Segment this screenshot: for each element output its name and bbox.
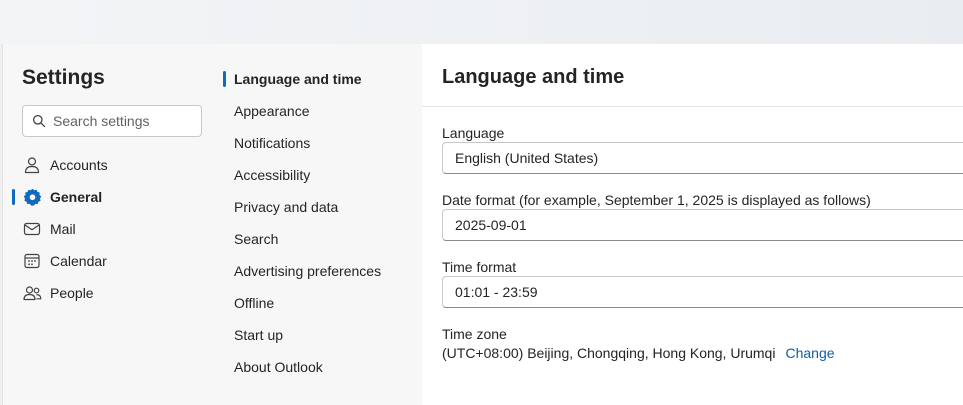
settings-dialog: Settings Accounts <box>2 44 963 405</box>
nav-item-accounts[interactable]: Accounts <box>3 149 221 181</box>
search-settings-box[interactable] <box>22 105 202 137</box>
app-top-bar <box>0 0 963 44</box>
mail-icon <box>22 219 42 239</box>
nav-item-general[interactable]: General <box>3 181 221 213</box>
nav-item-label: Mail <box>50 221 76 237</box>
language-label: Language <box>442 125 505 141</box>
subnav-item-privacy-and-data[interactable]: Privacy and data <box>221 191 422 223</box>
nav-item-label: Accounts <box>50 157 108 173</box>
language-and-time-panel: Language and time Language English (Unit… <box>422 44 963 405</box>
nav-item-mail[interactable]: Mail <box>3 213 221 245</box>
language-value: English (United States) <box>455 150 599 166</box>
panel-header: Language and time <box>422 44 963 107</box>
time-format-label: Time format <box>442 259 517 275</box>
time-format-dropdown[interactable]: 01:01 - 23:59 <box>442 276 963 308</box>
subnav-item-search[interactable]: Search <box>221 223 422 255</box>
search-icon <box>32 114 46 128</box>
time-zone-label: Time zone <box>442 326 507 342</box>
calendar-icon <box>22 251 42 271</box>
subnav-item-offline[interactable]: Offline <box>221 287 422 319</box>
nav-item-calendar[interactable]: Calendar <box>3 245 221 277</box>
page-title: Language and time <box>442 66 625 88</box>
gear-icon <box>22 187 42 207</box>
people-icon <box>22 283 42 303</box>
subnav-item-accessibility[interactable]: Accessibility <box>221 159 422 191</box>
settings-category-list: Accounts General Mail Calendar People <box>3 149 221 309</box>
time-zone-row: (UTC+08:00) Beijing, Chongqing, Hong Kon… <box>442 345 835 361</box>
nav-item-people[interactable]: People <box>3 277 221 309</box>
date-format-dropdown[interactable]: 2025-09-01 <box>442 209 963 241</box>
settings-category-pane: Settings Accounts <box>3 44 221 405</box>
subnav-item-start-up[interactable]: Start up <box>221 319 422 351</box>
search-settings-input[interactable] <box>53 113 193 129</box>
subnav-item-about-outlook[interactable]: About Outlook <box>221 351 422 383</box>
general-subcategory-list: Language and time Appearance Notificatio… <box>221 63 422 383</box>
date-format-value: 2025-09-01 <box>455 217 527 233</box>
time-format-value: 01:01 - 23:59 <box>455 284 538 300</box>
subnav-item-advertising-preferences[interactable]: Advertising preferences <box>221 255 422 287</box>
subnav-item-appearance[interactable]: Appearance <box>221 95 422 127</box>
subnav-item-language-and-time[interactable]: Language and time <box>221 63 422 95</box>
language-dropdown[interactable]: English (United States) <box>442 142 963 174</box>
change-time-zone-link[interactable]: Change <box>785 345 834 361</box>
person-icon <box>22 155 42 175</box>
nav-item-label: General <box>50 189 103 205</box>
nav-item-label: People <box>50 285 94 301</box>
time-zone-value: (UTC+08:00) Beijing, Chongqing, Hong Kon… <box>442 345 776 361</box>
general-subcategory-pane: Language and time Appearance Notificatio… <box>221 44 422 405</box>
nav-item-label: Calendar <box>50 253 107 269</box>
date-format-label: Date format (for example, September 1, 2… <box>442 192 871 208</box>
subnav-item-notifications[interactable]: Notifications <box>221 127 422 159</box>
settings-title: Settings <box>22 66 105 89</box>
